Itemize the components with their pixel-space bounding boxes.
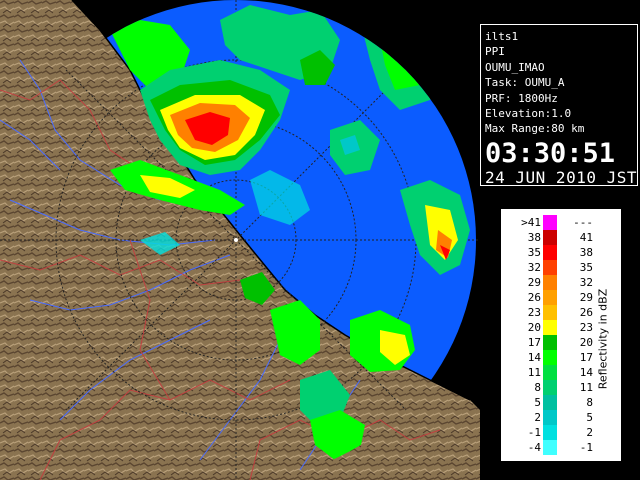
legend-row-max: 11: [579, 381, 593, 394]
legend-row-max: 29: [579, 291, 593, 304]
legend-color-swatch: [543, 335, 557, 350]
legend-row: 14 17: [501, 350, 601, 366]
legend-row: 26 29: [501, 290, 601, 306]
legend-row: -4 -1: [501, 440, 601, 456]
legend-color-swatch: [543, 230, 557, 245]
legend-color-swatch: [543, 275, 557, 290]
legend-color-swatch: [543, 365, 557, 380]
legend-row: 25: [501, 410, 601, 426]
legend-color-swatch: [543, 260, 557, 275]
legend-row: 32 35: [501, 260, 601, 276]
legend-row-max: 20: [579, 336, 593, 349]
legend-color-swatch: [543, 305, 557, 320]
legend-color-swatch: [543, 380, 557, 395]
legend-row: 29 32: [501, 275, 601, 291]
legend-row: 23 26: [501, 305, 601, 321]
legend-row-min: 17: [527, 336, 541, 349]
legend-row: 20 23: [501, 320, 601, 336]
max-range-value: Max Range:80 km: [485, 122, 585, 136]
legend-row-min: 2: [534, 411, 541, 424]
legend-row-max: 26: [579, 306, 593, 319]
legend-row-min: 32: [527, 261, 541, 274]
legend-row: 11 14: [501, 365, 601, 381]
legend-row-min: 20: [527, 321, 541, 334]
scan-mode: PPI: [485, 45, 505, 59]
legend-row-max: 17: [579, 351, 593, 364]
legend-row: 58: [501, 395, 601, 411]
legend-color-swatch: [543, 425, 557, 440]
legend-color-swatch: [543, 395, 557, 410]
station-id: ilts1: [485, 30, 519, 43]
legend-row-min: 23: [527, 306, 541, 319]
legend-row: 38 41: [501, 230, 601, 246]
legend-row-min: -4: [527, 441, 541, 454]
legend-row-min: 8: [534, 381, 541, 394]
legend-row-min: 5: [534, 396, 541, 409]
legend-row: 8 11: [501, 380, 601, 396]
legend-row-min: 14: [527, 351, 541, 364]
legend-row-min: 35: [527, 246, 541, 259]
legend-row-min: 26: [527, 291, 541, 304]
legend-color-swatch: [543, 290, 557, 305]
task-name: Task: OUMU_A: [485, 76, 565, 90]
scan-date: 24 JUN 2010 JST: [485, 167, 637, 187]
prf-value: PRF: 1800Hz: [485, 91, 558, 105]
legend-color-swatch: [543, 320, 557, 335]
radar-ppi-display: [0, 0, 480, 480]
legend-row-max: 23: [579, 321, 593, 334]
legend-color-swatch: [543, 215, 557, 230]
legend-row: >41 ---: [501, 215, 601, 231]
legend-row-max: 8: [586, 396, 593, 409]
legend-row: 17 20: [501, 335, 601, 351]
legend-row-max: 38: [579, 246, 593, 259]
legend-color-swatch: [543, 440, 557, 455]
reflectivity-legend: >41 --- 38 41 35 38 32 35 29 32 26 29 23 26 20 23 17 20 14…: [500, 208, 622, 462]
legend-color-swatch: [543, 410, 557, 425]
scan-time: 03:30:51: [485, 137, 616, 169]
elevation-value: Elevation:1.0: [485, 107, 572, 121]
legend-row: 35 38: [501, 245, 601, 261]
radar-site-marker: [234, 238, 238, 242]
legend-row-max: 14: [579, 366, 593, 379]
legend-row-max: 35: [579, 261, 593, 274]
legend-row-max: -1: [579, 441, 593, 454]
legend-row-min: 11: [527, 366, 541, 379]
legend-row-max: ---: [573, 216, 593, 229]
legend-row-min: 38: [527, 231, 541, 244]
legend-row: -1 2: [501, 425, 601, 441]
product-name: OUMU_IMAO: [485, 60, 545, 74]
scan-info-panel: ilts1 PPI OUMU_IMAO Task: OUMU_A PRF: 18…: [480, 24, 638, 186]
legend-color-swatch: [543, 350, 557, 365]
legend-color-swatch: [543, 245, 557, 260]
legend-row-max: 41: [579, 231, 593, 244]
legend-axis-label: Reflectivity in dBZ: [596, 288, 610, 390]
legend-row-max: 32: [579, 276, 593, 289]
legend-row-max: 5: [586, 411, 593, 424]
legend-row-min: -1: [527, 426, 541, 439]
legend-row-max: 2: [586, 426, 593, 439]
legend-row-min: >41: [521, 216, 541, 229]
legend-row-min: 29: [527, 276, 541, 289]
